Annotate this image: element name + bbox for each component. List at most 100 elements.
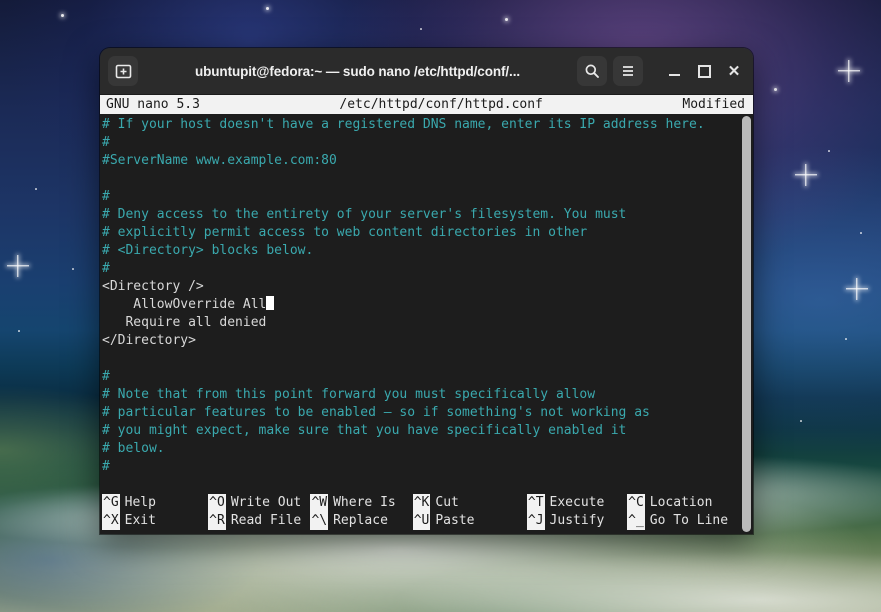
shortcut-key: ^T [526, 494, 545, 512]
shortcut-label: Replace [333, 513, 388, 528]
shortcut-location[interactable]: ^C Location [627, 494, 712, 512]
shortcut-key: ^C [627, 494, 645, 512]
terminal-content[interactable]: GNU nano 5.3 /etc/httpd/conf/httpd.conf … [100, 95, 753, 534]
star-sparkle [846, 278, 868, 300]
editor-line: # below. [102, 440, 740, 458]
star [61, 14, 64, 17]
shortcut-key: ^O [208, 494, 226, 512]
shortcut-key: ^W [310, 494, 329, 512]
new-tab-button[interactable] [108, 56, 138, 86]
editor-line-text: # below. [102, 441, 165, 456]
shortcut-key: ^\ [310, 512, 329, 530]
star [828, 150, 830, 152]
search-button[interactable] [577, 56, 607, 86]
terminal-scrollbar-thumb[interactable] [742, 116, 751, 532]
text-cursor [266, 296, 275, 310]
shortcut-key: ^_ [627, 512, 645, 530]
terminal-scrollbar[interactable] [740, 114, 753, 534]
editor-line: # [102, 368, 740, 386]
shortcut-label: Go To Line [649, 513, 729, 528]
star [505, 18, 508, 21]
editor-line-text: # <Directory> blocks below. [102, 243, 314, 258]
shortcut-label: Justify [549, 513, 605, 528]
nano-header-bar: GNU nano 5.3 /etc/httpd/conf/httpd.conf … [100, 95, 753, 114]
star [35, 188, 37, 190]
editor-line-text: # explicitly permit access to web conten… [102, 225, 588, 240]
window-titlebar[interactable]: ubuntupit@fedora:~ — sudo nano /etc/http… [100, 48, 753, 95]
shortcut-key: ^X [102, 512, 120, 530]
editor-line-text: # [102, 261, 110, 276]
shortcut-replace[interactable]: ^\ Replace [310, 512, 388, 530]
editor-line: # particular features to be enabled – so… [102, 404, 740, 422]
star [860, 232, 862, 234]
close-button[interactable]: ✕ [721, 58, 747, 84]
nano-shortcut-bar: ^G Help ^O Write Out ^W Where Is ^K Cut ^T Execut… [100, 492, 740, 534]
maximize-icon [698, 65, 711, 78]
editor-line-text: # [102, 135, 110, 150]
shortcut-exit[interactable]: ^X Exit [102, 512, 156, 530]
editor-line: <Directory /> [102, 278, 740, 296]
shortcut-label: Read File [230, 513, 302, 528]
nano-editor-area[interactable]: # If your host doesn't have a registered… [100, 114, 740, 492]
star-sparkle [795, 164, 817, 186]
shortcut-paste[interactable]: ^U Paste [412, 512, 475, 530]
window-title: ubuntupit@fedora:~ — sudo nano /etc/http… [194, 63, 520, 79]
shortcut-read-file[interactable]: ^R Read File [208, 512, 301, 530]
minimize-button[interactable] [661, 58, 687, 84]
shortcut-label: Location [649, 495, 713, 510]
star [845, 338, 847, 340]
shortcut-justify[interactable]: ^J Justify [526, 512, 605, 530]
shortcut-key: ^K [412, 494, 431, 512]
editor-line: </Directory> [102, 332, 740, 350]
editor-line-text: <Directory /> [102, 279, 204, 294]
star [72, 268, 74, 270]
editor-line-text: # [102, 459, 110, 474]
editor-line: AllowOverride All [102, 296, 740, 314]
editor-line-text: </Directory> [102, 333, 196, 348]
star-sparkle [838, 60, 860, 82]
nano-shortcut-row-1: ^G Help ^O Write Out ^W Where Is ^K Cut ^T Execut… [102, 494, 740, 512]
editor-line-text: # particular features to be enabled – so… [102, 405, 650, 420]
editor-line: # Note that from this point forward you … [102, 386, 740, 404]
shortcut-write-out[interactable]: ^O Write Out [208, 494, 301, 512]
star [266, 7, 269, 10]
editor-line-text: AllowOverride All [102, 297, 267, 312]
hamburger-menu-icon [623, 66, 633, 76]
editor-line-text: # [102, 189, 110, 204]
editor-line: # [102, 134, 740, 152]
maximize-button[interactable] [691, 58, 717, 84]
main-menu-button[interactable] [613, 56, 643, 86]
star [800, 420, 802, 422]
star [774, 88, 777, 91]
shortcut-key: ^G [102, 494, 120, 512]
star-sparkle [7, 255, 29, 277]
shortcut-label: Execute [549, 495, 605, 510]
shortcut-help[interactable]: ^G Help [102, 494, 156, 512]
editor-line: #ServerName www.example.com:80 [102, 152, 740, 170]
editor-line: # [102, 260, 740, 278]
editor-line: # explicitly permit access to web conten… [102, 224, 740, 242]
terminal-window[interactable]: ubuntupit@fedora:~ — sudo nano /etc/http… [100, 48, 753, 534]
shortcut-label: Paste [435, 513, 475, 528]
new-tab-plus-icon [115, 64, 131, 78]
shortcut-key: ^J [526, 512, 545, 530]
shortcut-execute[interactable]: ^T Execute [526, 494, 605, 512]
editor-line: Require all denied [102, 314, 740, 332]
shortcut-where-is[interactable]: ^W Where Is [310, 494, 396, 512]
shortcut-label: Exit [124, 513, 156, 528]
editor-line: # [102, 188, 740, 206]
editor-line: # If your host doesn't have a registered… [102, 116, 740, 134]
editor-line: # you might expect, make sure that you h… [102, 422, 740, 440]
shortcut-label: Help [124, 495, 156, 510]
nano-filename: /etc/httpd/conf/httpd.conf [339, 97, 543, 112]
nano-version: GNU nano 5.3 [106, 97, 200, 112]
shortcut-label: Write Out [230, 495, 302, 510]
shortcut-go-to-line[interactable]: ^_ Go To Line [627, 512, 728, 530]
shortcut-cut[interactable]: ^K Cut [412, 494, 459, 512]
editor-line: # <Directory> blocks below. [102, 242, 740, 260]
editor-line: # Deny access to the entirety of your se… [102, 206, 740, 224]
star [18, 330, 20, 332]
editor-line-text: # Note that from this point forward you … [102, 387, 596, 402]
